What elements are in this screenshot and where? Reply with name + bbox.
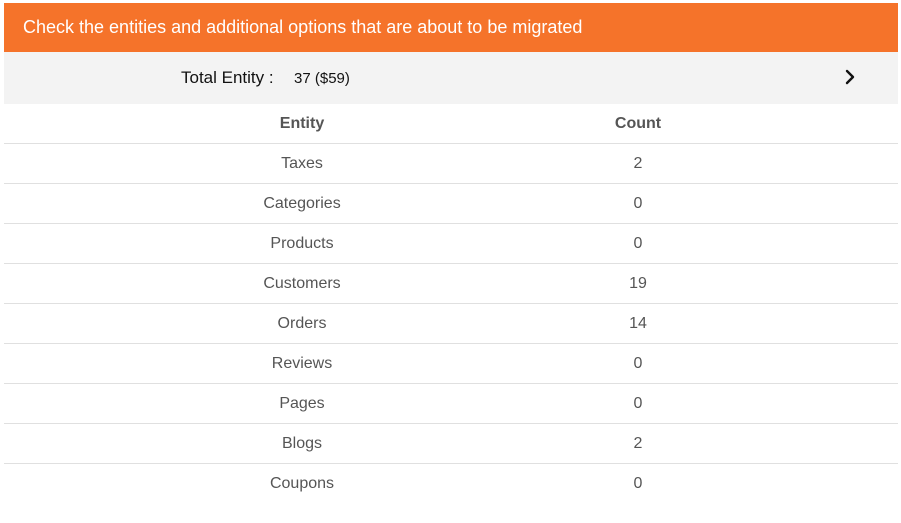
migration-entities-panel: Check the entities and additional option… — [4, 3, 898, 504]
count-cell: 2 — [633, 434, 643, 452]
table-row: Orders 14 — [4, 304, 898, 344]
table-row: Taxes 2 — [4, 144, 898, 184]
table-row: Coupons 0 — [4, 464, 898, 504]
count-cell: 0 — [633, 194, 643, 212]
count-cell: 0 — [633, 354, 643, 372]
column-header-count: Count — [614, 114, 662, 132]
table-header-row: Entity Count — [4, 104, 898, 144]
entity-table: Entity Count Taxes 2 Categories 0 Produc… — [4, 104, 898, 504]
total-entity-label: Total Entity : — [181, 68, 274, 87]
table-row: Reviews 0 — [4, 344, 898, 384]
count-cell: 0 — [633, 394, 643, 412]
count-cell: 0 — [633, 475, 643, 492]
panel-title: Check the entities and additional option… — [23, 17, 583, 37]
table-row: Blogs 2 — [4, 424, 898, 464]
count-cell: 2 — [633, 154, 643, 172]
table-row: Categories 0 — [4, 184, 898, 224]
panel-header: Check the entities and additional option… — [4, 3, 898, 52]
count-cell: 14 — [629, 314, 647, 332]
count-cell: 19 — [629, 274, 647, 292]
table-row: Pages 0 — [4, 384, 898, 424]
total-entity-value: 37 ($59) — [294, 70, 350, 87]
total-entity-summary[interactable]: Total Entity : 37 ($59) — [4, 52, 898, 104]
table-row: Products 0 — [4, 224, 898, 264]
table-row: Customers 19 — [4, 264, 898, 304]
count-cell: 0 — [633, 234, 643, 252]
chevron-right-icon[interactable] — [842, 69, 858, 85]
